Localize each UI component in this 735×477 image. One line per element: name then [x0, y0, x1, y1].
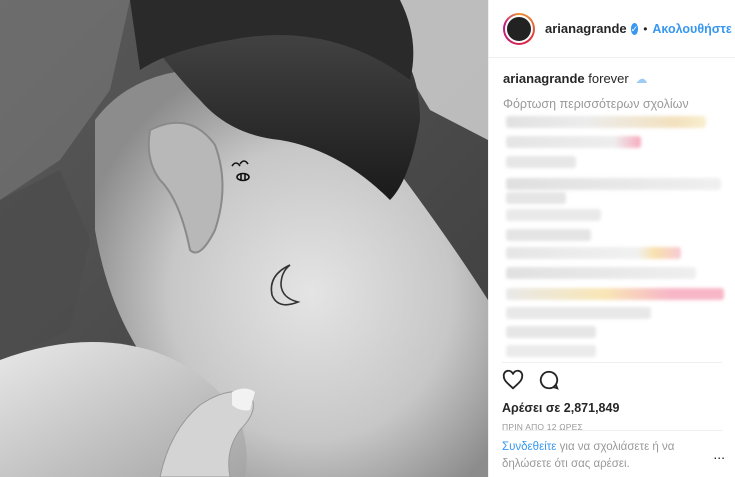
- caption: arianagrande forever ☁: [503, 70, 723, 88]
- cloud-icon: ☁: [635, 72, 648, 86]
- post-photo[interactable]: [0, 0, 488, 477]
- verified-badge-icon: ✓: [630, 22, 639, 35]
- post-actions: Αρέσει σε 2,871,849 ΠΡΙΝ ΑΠΟ 12 ΩΡΕΣ: [502, 362, 722, 432]
- caption-text: forever: [588, 71, 629, 86]
- separator-dot: •: [643, 21, 648, 36]
- post-header: arianagrande ✓ • Ακολουθήστε: [489, 0, 735, 58]
- load-more-comments-button[interactable]: Φόρτωση περισσότερων σχολίων: [503, 97, 723, 111]
- comments-section: arianagrande forever ☁ Φόρτωση περισσότε…: [503, 70, 723, 111]
- caption-username[interactable]: arianagrande: [503, 71, 585, 86]
- login-link[interactable]: Συνδεθείτε: [502, 441, 556, 453]
- heart-icon[interactable]: [502, 369, 524, 391]
- header-username[interactable]: arianagrande: [545, 21, 627, 36]
- follow-button[interactable]: Ακολουθήστε: [652, 22, 731, 36]
- likes-count[interactable]: Αρέσει σε 2,871,849: [502, 401, 722, 415]
- photo-illustration: [0, 0, 488, 477]
- action-icons: [502, 367, 722, 393]
- login-prompt: Συνδεθείτε για να σχολιάσετε ή να δηλώσε…: [502, 430, 722, 473]
- avatar[interactable]: [503, 12, 535, 45]
- more-options-icon[interactable]: ...: [713, 446, 725, 462]
- instagram-post: arianagrande ✓ • Ακολουθήστε arianagrand…: [0, 0, 735, 477]
- comment-icon[interactable]: [538, 369, 560, 391]
- avatar-image: [505, 14, 533, 43]
